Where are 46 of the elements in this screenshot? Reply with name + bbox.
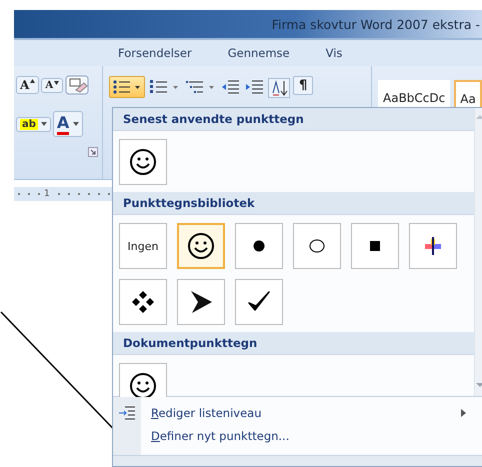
font-color-button[interactable]: A xyxy=(52,111,84,137)
clear-formatting-icon[interactable] xyxy=(65,75,90,95)
caret-icon xyxy=(73,122,80,126)
multilevel-list-icon[interactable] xyxy=(185,79,217,95)
caret-icon xyxy=(40,122,47,126)
menu-item[interactable]: Definer nyt punkttegn... xyxy=(113,424,482,447)
window-title: Firma skovtur Word 2007 ekstra - xyxy=(272,16,481,32)
ribbon-tab[interactable]: Gennemse xyxy=(224,44,294,62)
grow-font-button[interactable]: A xyxy=(16,76,40,94)
show-formatting-button[interactable]: ¶ xyxy=(293,76,314,95)
section-heading: Punkttegnsbibliotek xyxy=(113,192,474,215)
bullet-option[interactable] xyxy=(235,223,283,269)
menu-item[interactable]: Rediger listeniveau xyxy=(113,401,482,424)
dot-icon xyxy=(253,240,265,252)
color-cross-icon xyxy=(424,237,442,255)
sort-icon[interactable] xyxy=(269,79,289,97)
bullet-option[interactable] xyxy=(119,139,167,185)
section-heading: Senest anvendte punkttegn xyxy=(113,108,474,131)
diamonds-icon xyxy=(132,291,154,313)
down-caret-icon xyxy=(54,80,60,84)
bullet-option[interactable] xyxy=(351,223,399,269)
dialog-launcher-icon[interactable] xyxy=(88,147,98,157)
shrink-font-button[interactable]: A xyxy=(41,78,64,92)
decrease-indent-icon[interactable] xyxy=(221,79,241,95)
bullet-option[interactable] xyxy=(177,223,225,269)
bullet-option[interactable] xyxy=(235,279,283,325)
square-icon xyxy=(370,241,380,251)
circle-icon xyxy=(309,239,325,253)
bullet-option[interactable] xyxy=(119,279,167,325)
smiley-icon xyxy=(129,148,157,176)
ribbon-tab[interactable]: Forsendelser xyxy=(114,44,196,62)
arrowhead-icon xyxy=(189,290,213,314)
highlight-button[interactable]: ab xyxy=(16,116,51,132)
ribbon-tab[interactable]: Vis xyxy=(322,44,346,62)
smiley-icon xyxy=(187,232,215,260)
up-caret-icon xyxy=(30,79,36,83)
resize-grip[interactable] xyxy=(113,455,482,466)
section-heading: Dokumentpunkttegn xyxy=(113,332,474,355)
list-level-icon xyxy=(118,406,136,420)
bullet-option[interactable] xyxy=(177,279,225,325)
numbering-icon[interactable] xyxy=(149,79,181,95)
ruler-number: 1 xyxy=(44,189,50,199)
smiley-icon xyxy=(129,372,157,400)
increase-indent-icon[interactable] xyxy=(245,79,265,95)
no-bullet-option[interactable]: Ingen xyxy=(119,223,167,269)
bullets-button[interactable] xyxy=(109,76,145,98)
